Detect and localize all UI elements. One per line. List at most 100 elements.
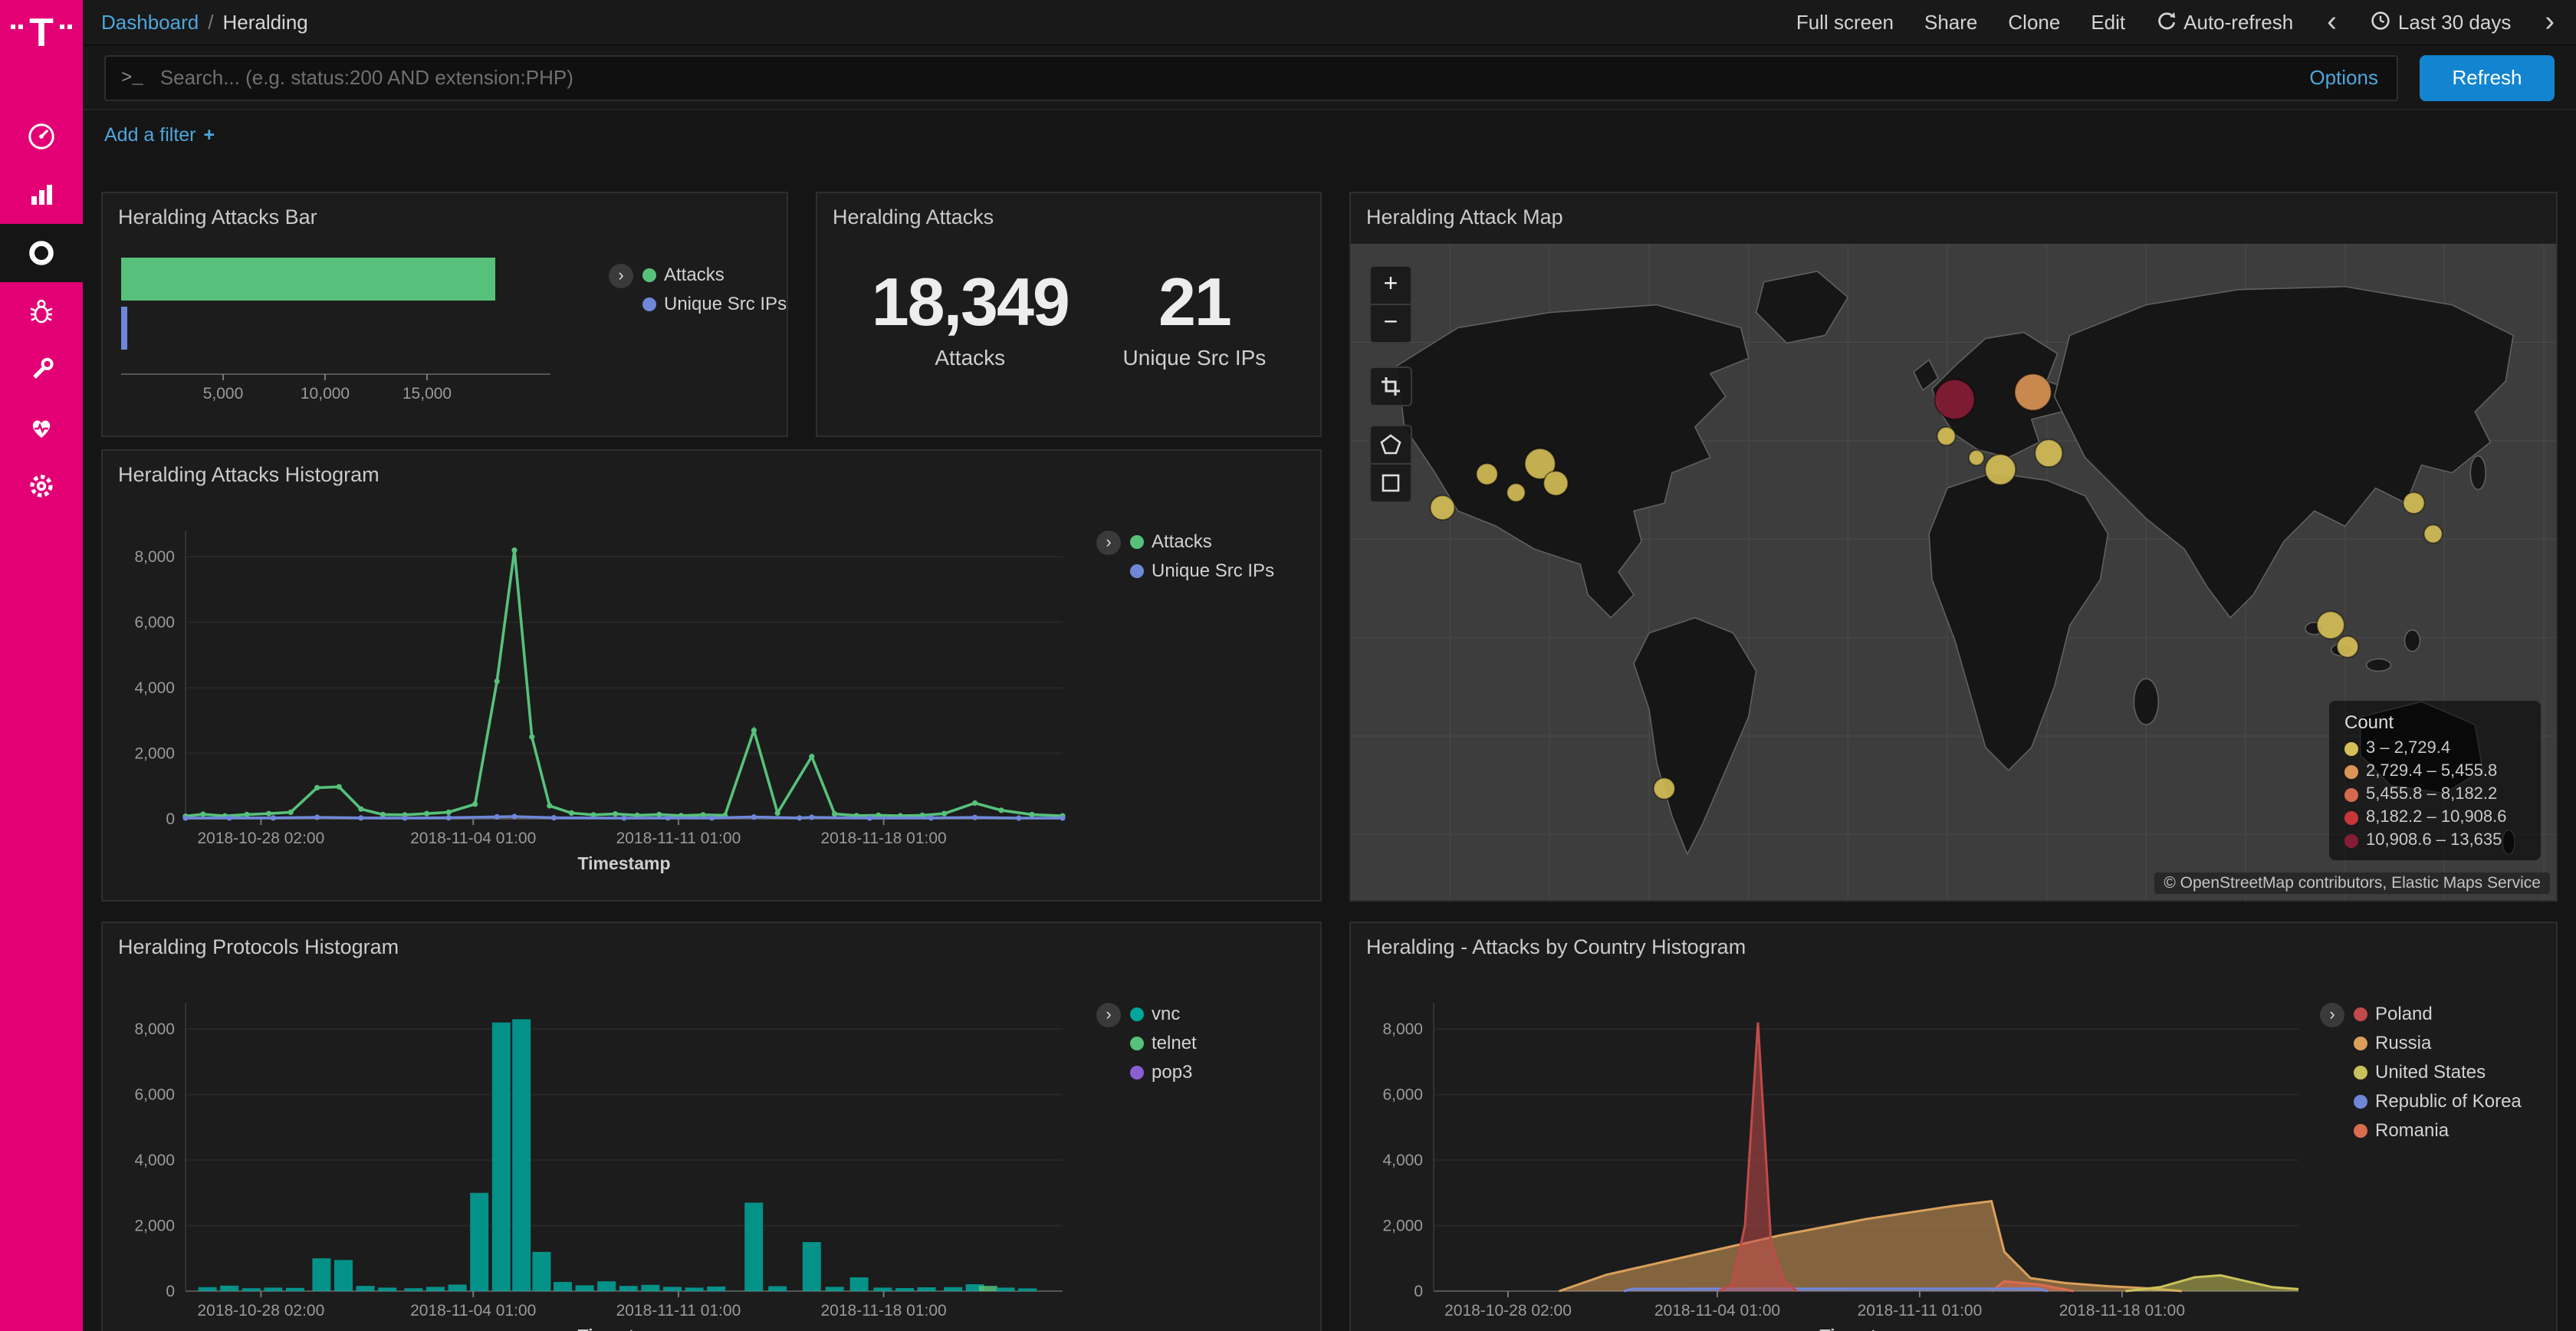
legend-item-pop3[interactable]: pop3 [1130,1061,1197,1083]
svg-text:2018-11-18 01:00: 2018-11-18 01:00 [820,1302,946,1319]
legend-dot [2354,1065,2367,1079]
legend-dot [2354,1007,2367,1020]
bar-chart-icon [26,179,57,210]
svg-text:8,000: 8,000 [1382,1020,1423,1038]
clock-icon [2371,10,2390,35]
svg-text:2018-11-18 01:00: 2018-11-18 01:00 [820,830,946,847]
top-navbar: Dashboard / Heralding Full screen Share … [83,0,2576,46]
svg-text:2,000: 2,000 [134,1218,175,1235]
svg-text:8,000: 8,000 [134,548,175,566]
time-range-button[interactable]: Last 30 days [2371,10,2511,35]
svg-text:2018-11-04 01:00: 2018-11-04 01:00 [410,1302,536,1319]
zoom-out-button[interactable]: − [1371,304,1411,342]
zoom-in-button[interactable]: + [1371,267,1411,304]
sidebar-item-honeypot[interactable] [0,282,83,340]
panel-attacks-bar: Heralding Attacks Bar 5,00010,00015,000 … [101,192,788,437]
legend-item-republic-of-korea[interactable]: Republic of Korea [2354,1090,2522,1112]
legend-item-attacks[interactable]: Attacks [1130,531,1274,552]
legend-dot [2354,1123,2367,1137]
sidebar-item-overview[interactable] [0,107,83,166]
telekom-logo[interactable]: T [0,0,83,89]
legend-item-united-states[interactable]: United States [2354,1061,2522,1083]
gear-icon [26,471,57,501]
legend-item-vnc[interactable]: vnc [1130,1003,1197,1024]
map-legend-row: 8,182.2 – 10,908.6 [2344,808,2525,827]
edit-button[interactable]: Edit [2091,11,2125,34]
heartbeat-icon [26,412,57,443]
sidebar-item-dashboards[interactable] [0,224,83,282]
breadcrumb-current: Heralding [222,11,307,34]
legend-item-poland[interactable]: Poland [2354,1003,2522,1024]
legend-item-unique-src-ips[interactable]: Unique Src IPs [1130,560,1274,581]
legend-item-telnet[interactable]: telnet [1130,1032,1197,1053]
rectangle-tool-icon[interactable] [1371,463,1411,501]
add-filter-link[interactable]: Add a filter [104,124,196,146]
query-bar: >_ Options Refresh [83,46,2576,110]
search-input[interactable] [157,64,2296,90]
legend-item-romania[interactable]: Romania [2354,1119,2522,1141]
map-draw-controls [1369,425,1412,503]
target-icon [26,238,57,268]
legend-dot [2354,1094,2367,1108]
panel-title: Heralding Attack Map [1351,193,2556,228]
wrench-icon [26,354,57,385]
panel-attack-map: Heralding Attack Map [1349,192,2558,902]
protocols-bar-chart: 02,0004,0006,0008,0002018-10-28 02:00201… [115,984,1078,1331]
legend-toggle-icon[interactable]: › [1096,1003,1121,1027]
chevron-right-icon[interactable]: › [2542,8,2558,37]
svg-text:4,000: 4,000 [134,679,175,697]
sidebar-item-tools[interactable] [0,340,83,399]
svg-text:2018-11-11 01:00: 2018-11-11 01:00 [616,830,741,847]
sidebar-nav [0,107,83,515]
svg-text:4,000: 4,000 [1382,1152,1423,1169]
map-count-legend: Count 3 – 2,729.4 2,729.4 – 5,455.8 5,45… [2329,701,2541,860]
auto-refresh-button[interactable]: Auto-refresh [2156,10,2293,35]
legend-item-unique-src-ips[interactable]: Unique Src IPs [642,293,787,314]
map-attribution: © OpenStreetMap contributors, Elastic Ma… [2154,873,2550,894]
share-button[interactable]: Share [1924,11,1977,34]
bucket-dot [2344,787,2358,801]
country-area-chart: 02,0004,0006,0008,0002018-10-28 02:00201… [1363,984,2314,1331]
sidebar-item-analytics[interactable] [0,166,83,224]
legend: › Attacks Unique Src IPs [1096,531,1274,581]
legend: › vnc telnet pop3 [1096,1003,1197,1083]
legend-toggle-icon[interactable]: › [609,264,633,288]
svg-text:10,000: 10,000 [301,385,350,403]
polygon-tool-icon[interactable] [1371,426,1411,463]
legend-toggle-icon[interactable]: › [2320,1003,2344,1027]
panel-title: Heralding Attacks [817,193,1320,228]
svg-text:4,000: 4,000 [134,1152,175,1169]
svg-text:2018-11-18 01:00: 2018-11-18 01:00 [2059,1302,2185,1319]
crop-icon[interactable] [1371,368,1411,405]
legend-item-attacks[interactable]: Attacks [642,264,787,285]
svg-text:6,000: 6,000 [134,1086,175,1104]
legend-toggle-icon[interactable]: › [1096,531,1121,555]
breadcrumb-dashboard-link[interactable]: Dashboard [101,11,199,34]
svg-text:0: 0 [1414,1283,1423,1300]
sidebar-item-settings[interactable] [0,457,83,515]
breadcrumb-separator: / [208,11,213,34]
refresh-button[interactable]: Refresh [2420,54,2555,100]
filter-bar: Add a filter + [83,110,236,159]
options-link[interactable]: Options [2309,66,2381,89]
svg-text:5,000: 5,000 [203,385,244,403]
metric-row: 18,349 Attacks 21 Unique Src IPs [817,265,1320,370]
panel-title: Heralding Attacks Bar [103,193,787,228]
legend-item-russia[interactable]: Russia [2354,1032,2522,1053]
bug-icon [26,296,57,327]
svg-text:2,000: 2,000 [1382,1218,1423,1235]
svg-text:6,000: 6,000 [134,614,175,632]
map-legend-row: 5,455.8 – 8,182.2 [2344,785,2525,804]
svg-text:2018-10-28 02:00: 2018-10-28 02:00 [1444,1302,1572,1319]
svg-text:2,000: 2,000 [134,745,175,763]
panel-attacks-histogram: Heralding Attacks Histogram 02,0004,0006… [101,449,1322,902]
sidebar-item-health[interactable] [0,399,83,457]
map-zoom-controls: + − [1369,265,1412,343]
svg-text:2018-11-04 01:00: 2018-11-04 01:00 [410,830,536,847]
world-map[interactable]: + − Count 3 – 2,729.4 2,729.4 – 5,455.8 [1351,244,2556,900]
clone-button[interactable]: Clone [2008,11,2060,34]
svg-text:2018-11-04 01:00: 2018-11-04 01:00 [1654,1302,1780,1319]
chevron-left-icon[interactable]: ‹ [2324,8,2340,37]
svg-text:0: 0 [166,810,175,828]
fullscreen-button[interactable]: Full screen [1796,11,1894,34]
